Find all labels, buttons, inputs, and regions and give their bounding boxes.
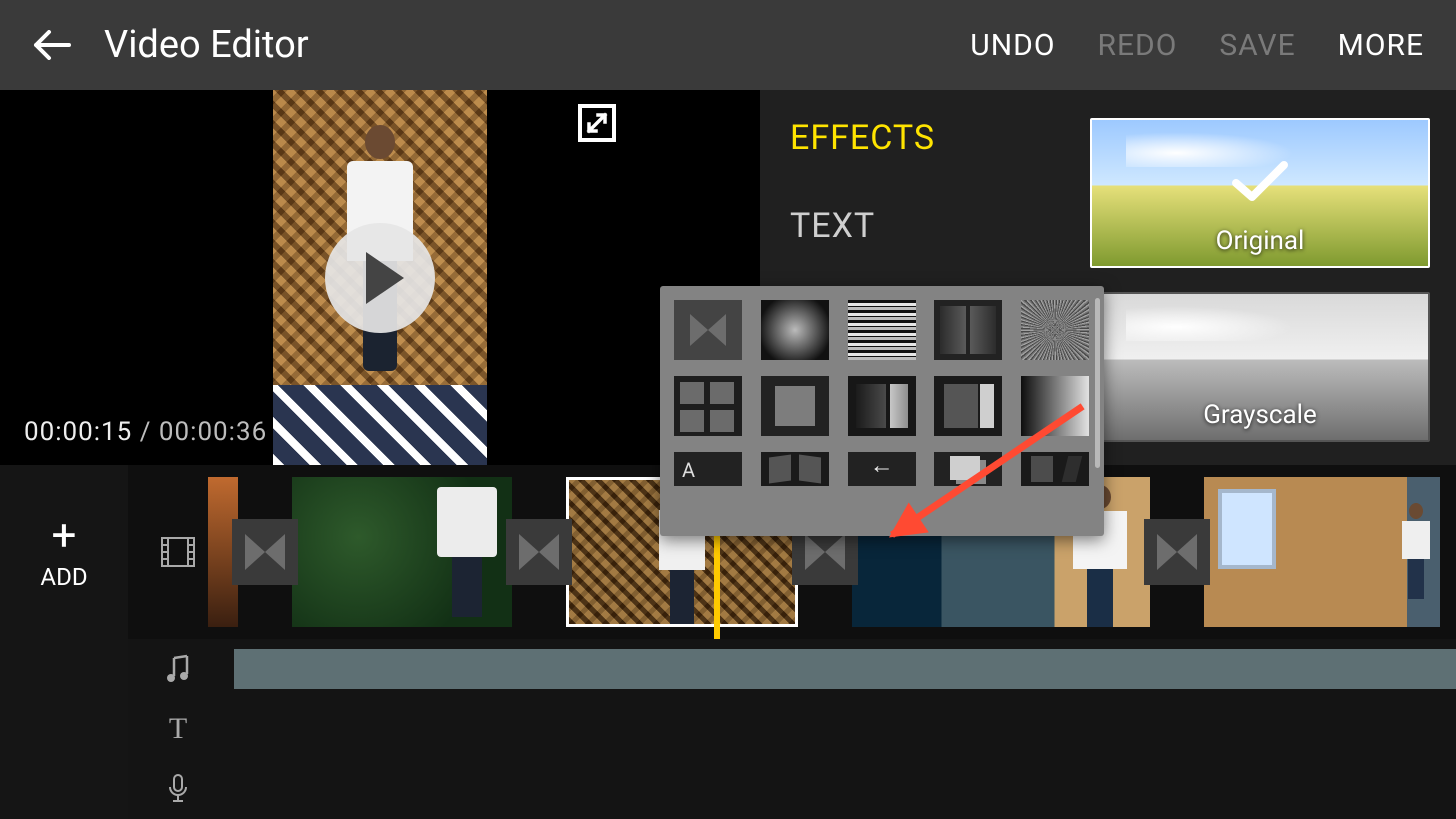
- time-separator: /: [140, 417, 152, 447]
- preview-pane: 00:00:15 / 00:00:36: [0, 90, 760, 465]
- tab-effects[interactable]: EFFECTS: [790, 118, 1070, 158]
- effect-grayscale[interactable]: Grayscale: [1090, 292, 1430, 442]
- audio-track[interactable]: [128, 639, 1456, 699]
- transition-arrow-left[interactable]: [848, 452, 916, 486]
- clip-5[interactable]: [1204, 477, 1440, 627]
- transitions-grid: A: [674, 300, 1090, 486]
- transition-button-4[interactable]: [1144, 519, 1210, 585]
- transitions-popup: A: [660, 286, 1104, 536]
- timecode: 00:00:15 / 00:00:36: [24, 417, 267, 447]
- check-icon: [1232, 159, 1288, 203]
- timeline-left-rail: + ADD: [0, 465, 128, 819]
- transition-bowtie[interactable]: [674, 300, 742, 360]
- transition-horizontal-lines[interactable]: [848, 300, 916, 360]
- top-actions: UNDO REDO SAVE MORE: [970, 28, 1424, 63]
- more-button[interactable]: MORE: [1338, 28, 1424, 63]
- tab-text[interactable]: TEXT: [790, 206, 1070, 246]
- undo-button[interactable]: UNDO: [970, 28, 1055, 63]
- effect-label: Grayscale: [1092, 400, 1428, 430]
- clip-2[interactable]: [292, 477, 512, 627]
- transition-button-1[interactable]: [232, 519, 298, 585]
- plus-icon: +: [52, 513, 77, 557]
- transition-grid-4[interactable]: [674, 376, 742, 436]
- expand-icon: [585, 111, 609, 135]
- top-bar: Video Editor UNDO REDO SAVE MORE: [0, 0, 1456, 90]
- page-title: Video Editor: [104, 23, 309, 67]
- audio-clip[interactable]: [234, 649, 1456, 689]
- current-time: 00:00:15: [24, 417, 132, 447]
- add-media-button[interactable]: + ADD: [40, 465, 87, 639]
- effects-list[interactable]: Original Grayscale: [1090, 118, 1456, 465]
- transition-fold[interactable]: [934, 300, 1002, 360]
- transition-square-in[interactable]: [761, 376, 829, 436]
- back-button[interactable]: [32, 25, 72, 65]
- transition-cube[interactable]: [848, 376, 916, 436]
- mic-icon: [148, 773, 208, 805]
- music-icon: [148, 654, 208, 684]
- transition-stack[interactable]: [934, 452, 1002, 486]
- transition-text-a[interactable]: A: [674, 452, 742, 486]
- transition-hinge[interactable]: [761, 452, 829, 486]
- total-time: 00:00:36: [159, 417, 267, 447]
- fullscreen-button[interactable]: [578, 104, 616, 142]
- play-button[interactable]: [325, 223, 435, 333]
- transition-gradient-wipe[interactable]: [1021, 376, 1089, 436]
- effect-label: Original: [1092, 226, 1428, 256]
- transition-morph[interactable]: [1021, 452, 1089, 486]
- add-label: ADD: [40, 563, 87, 591]
- text-icon: T: [148, 712, 208, 746]
- save-button[interactable]: SAVE: [1219, 28, 1295, 63]
- popup-scrollbar[interactable]: [1095, 298, 1100, 468]
- arrow-left-icon: [33, 30, 71, 60]
- redo-button[interactable]: REDO: [1097, 28, 1177, 63]
- film-icon: [148, 537, 208, 567]
- transition-box-3d[interactable]: [934, 376, 1002, 436]
- text-track[interactable]: T: [128, 699, 1456, 759]
- transition-button-2[interactable]: [506, 519, 572, 585]
- transition-noise[interactable]: [1021, 300, 1089, 360]
- effect-original[interactable]: Original: [1090, 118, 1430, 268]
- voice-track[interactable]: [128, 759, 1456, 819]
- transition-radial-fade[interactable]: [761, 300, 829, 360]
